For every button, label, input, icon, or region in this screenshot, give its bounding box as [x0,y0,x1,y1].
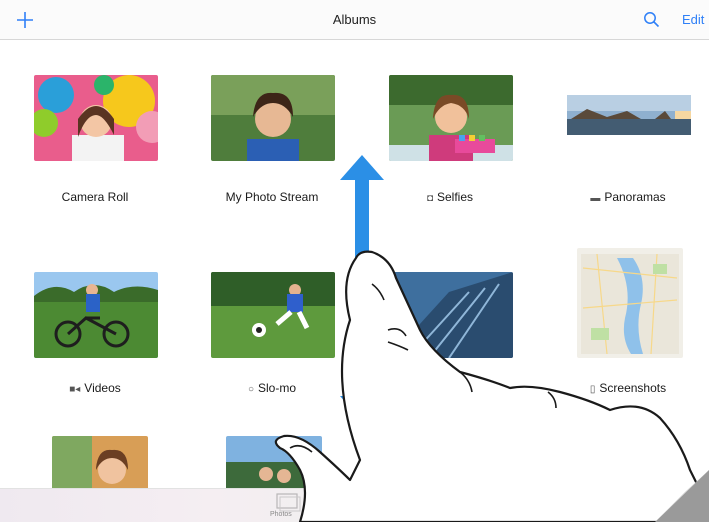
album-thumbnail [389,75,513,161]
cloud-icon[interactable] [355,493,379,513]
album-thumbnail [52,436,148,490]
album-title: ◘ Selfies [365,190,535,204]
tab-photos[interactable]: Photos [270,511,292,518]
album-label-selfies: Selfies [437,190,474,204]
slomo-icon: ○ [247,384,255,395]
album-title: ■◂ Videos [10,381,180,395]
navigation-bar: Albums Edit [0,0,709,40]
page-title: Albums [332,12,377,27]
album-thumbnail [226,436,322,490]
album-thumbnail [402,436,422,490]
album-thumbnail [577,248,683,358]
album-title: ▯ Screenshots [543,381,709,395]
panorama-icon: ▬ [590,193,601,204]
album-label-videos: Videos [84,381,121,395]
album-label-places: Pla [441,381,459,395]
album-thumbnail [34,75,158,161]
album-title: Pla [365,381,535,395]
album-thumbnail [211,272,335,358]
album-label-screenshots: Screenshots [599,381,667,395]
album-thumbnail [567,75,691,161]
album-thumbnail [389,272,513,358]
album-title: Camera Roll [10,190,180,204]
video-icon: ■◂ [69,384,81,395]
album-label-panoramas: Panoramas [604,190,666,204]
album-label-camera-roll: Camera Roll [61,190,129,204]
camera-icon: ◘ [426,193,433,204]
album-thumbnail [34,272,158,358]
page-curl-corner [655,470,709,522]
album-label-slo-mo: Slo-mo [258,381,297,395]
album-title: My Photo Stream [187,190,357,204]
screenshot-icon: ▯ [589,384,596,395]
search-icon[interactable] [642,10,662,30]
album-title: ○ Slo-mo [187,381,357,395]
album-title: ▬ Panoramas [543,190,709,204]
album-label-my-photo-stream: My Photo Stream [225,190,319,204]
album-thumbnail [211,75,335,161]
edit-button[interactable]: Edit [682,12,704,27]
tab-bar: Photos [0,488,709,522]
